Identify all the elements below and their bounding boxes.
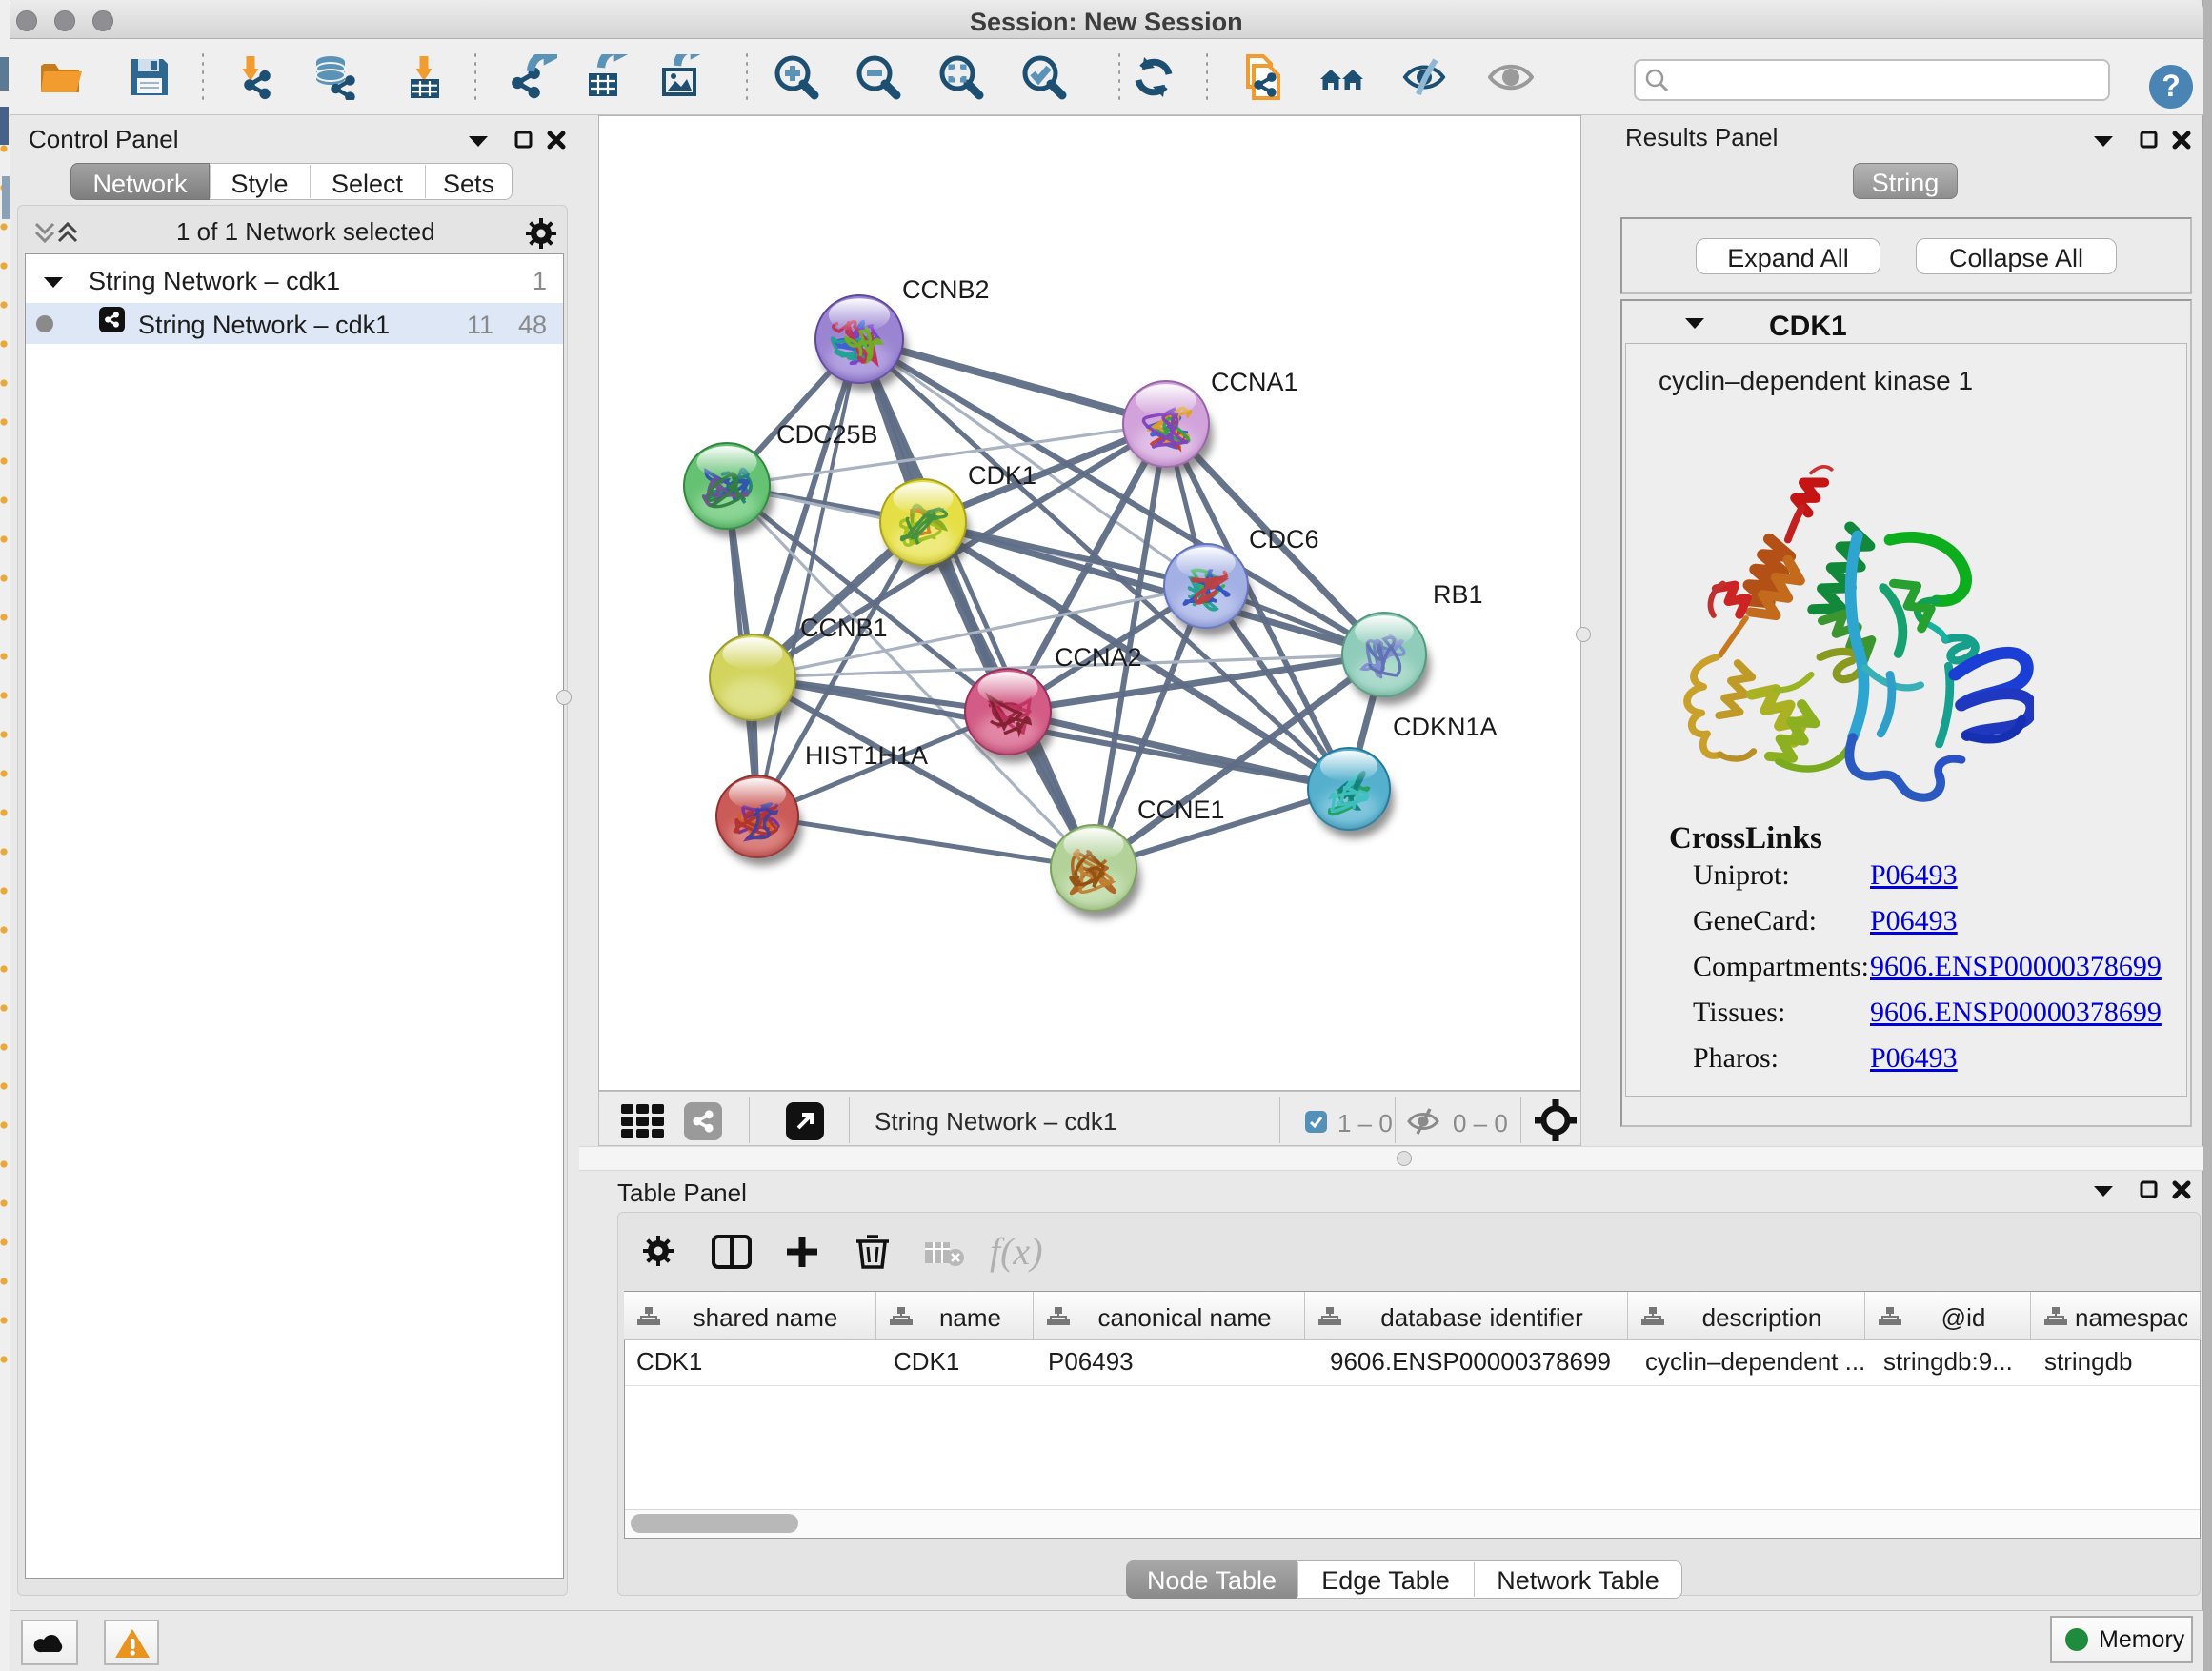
- svg-text:HIST1H1A: HIST1H1A: [805, 741, 928, 770]
- svg-text:CCNB1: CCNB1: [800, 614, 888, 642]
- svg-text:RB1: RB1: [1433, 580, 1483, 609]
- svg-text:CDKN1A: CDKN1A: [1393, 713, 1498, 741]
- svg-text:CCNA1: CCNA1: [1211, 368, 1298, 396]
- svg-text:CDC6: CDC6: [1249, 525, 1319, 554]
- svg-text:CCNA2: CCNA2: [1055, 643, 1142, 672]
- svg-text:CDC25B: CDC25B: [776, 420, 878, 449]
- svg-text:?: ?: [2162, 69, 2181, 103]
- svg-text:CCNE1: CCNE1: [1137, 795, 1225, 824]
- svg-text:CCNB2: CCNB2: [902, 275, 990, 304]
- svg-text:CDK1: CDK1: [968, 461, 1036, 490]
